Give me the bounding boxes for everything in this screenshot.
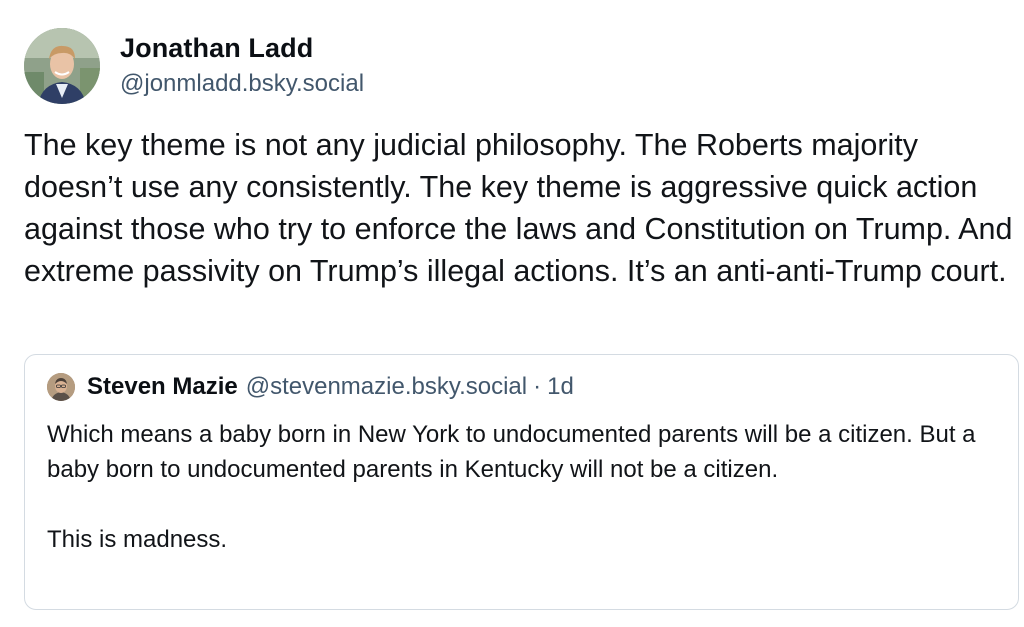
profile-photo-icon	[47, 373, 75, 401]
quoted-post-header: Steven Mazie @stevenmazie.bsky.social · …	[47, 373, 574, 401]
quoted-post-card[interactable]: Steven Mazie @stevenmazie.bsky.social · …	[24, 354, 1019, 610]
profile-photo-icon	[24, 28, 100, 104]
author-handle[interactable]: @jonmladd.bsky.social	[120, 67, 364, 101]
quoted-post-paragraph: This is madness.	[47, 526, 228, 553]
quoted-author-handle[interactable]: @stevenmazie.bsky.social	[246, 373, 527, 401]
quoted-post-text: Which means a baby born in New York to u…	[47, 417, 997, 557]
quoted-author-avatar[interactable]	[47, 373, 75, 401]
post-author-row[interactable]: Jonathan Ladd @jonmladd.bsky.social	[24, 28, 364, 104]
quoted-author-display-name[interactable]: Steven Mazie	[87, 373, 238, 401]
quoted-post-timestamp[interactable]: 1d	[547, 373, 574, 401]
meta-separator: ·	[533, 373, 542, 400]
post-text: The key theme is not any judicial philos…	[24, 128, 1013, 288]
bluesky-post: Jonathan Ladd @jonmladd.bsky.social The …	[0, 0, 1024, 627]
author-avatar[interactable]	[24, 28, 100, 104]
author-names: Jonathan Ladd @jonmladd.bsky.social	[120, 31, 364, 101]
author-display-name[interactable]: Jonathan Ladd	[120, 31, 364, 65]
quoted-post-paragraph: Which means a baby born in New York to u…	[47, 421, 976, 483]
